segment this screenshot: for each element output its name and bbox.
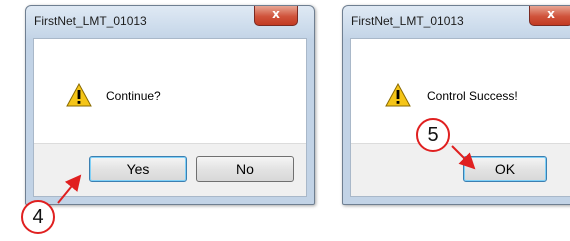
step-5-callout: 5	[416, 118, 450, 152]
step-4-arrow	[57, 174, 82, 204]
step-4-callout: 4	[21, 200, 55, 234]
step-5-arrow	[451, 145, 476, 170]
annotation-arrows	[57, 145, 476, 204]
